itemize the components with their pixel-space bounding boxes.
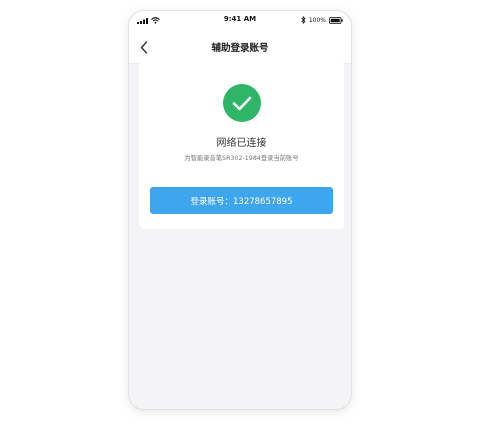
success-badge [223, 84, 261, 122]
login-account-button[interactable]: 登录账号：13278657895 [150, 187, 333, 214]
battery-label: 100% [308, 16, 326, 24]
status-bar: 9:41 AM 100% [129, 11, 351, 31]
battery-icon [329, 16, 343, 24]
phone-frame: 9:41 AM 100% 辅助登录账号 网络已连接 为智能录音笔SR302-19… [128, 10, 352, 410]
connection-status-subtitle: 为智能录音笔SR302-1984登录当前账号 [184, 155, 299, 162]
page-title: 辅助登录账号 [211, 43, 269, 54]
check-icon [232, 96, 252, 110]
status-right: 100% [301, 16, 343, 24]
navigation-bar: 辅助登录账号 [129, 31, 351, 64]
connection-status-title: 网络已连接 [216, 138, 267, 149]
connection-card: 网络已连接 为智能录音笔SR302-1984登录当前账号 登录账号：132786… [139, 61, 344, 229]
bluetooth-icon [301, 16, 306, 24]
screen: 9:41 AM 100% 辅助登录账号 网络已连接 为智能录音笔SR302-19… [0, 0, 480, 434]
